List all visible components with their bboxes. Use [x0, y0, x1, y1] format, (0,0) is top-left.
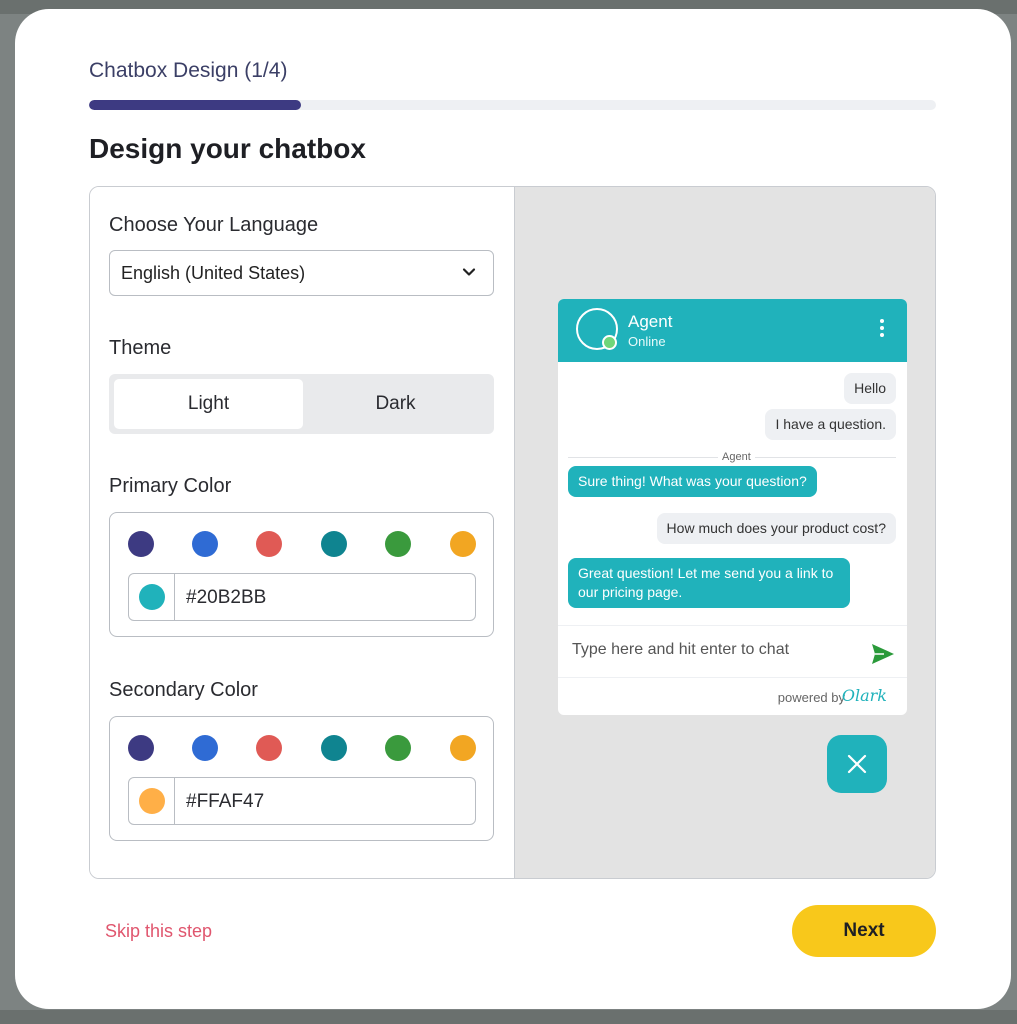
close-chat-button[interactable] [827, 735, 887, 793]
chat-header: Agent Online [558, 299, 907, 362]
progress-bar [89, 100, 936, 110]
page-title: Design your chatbox [89, 133, 366, 164]
agent-divider-label: Agent [718, 451, 755, 463]
primary-swatch[interactable] [385, 531, 411, 557]
backdrop-bottom [0, 1010, 1017, 1024]
step-label: Chatbox Design (1/4) [89, 59, 288, 82]
message-bubble-agent: Sure thing! What was your question? [568, 466, 817, 497]
secondary-swatch[interactable] [385, 735, 411, 761]
message-bubble-user: How much does your product cost? [656, 513, 896, 544]
agent-status: Online [628, 334, 666, 349]
chat-preview: Agent Online Hello I have a question. Ag… [558, 299, 907, 715]
close-icon [847, 754, 867, 774]
chat-input-placeholder: Type here and hit enter to chat [572, 641, 790, 658]
olark-logo[interactable]: Olark [842, 686, 887, 705]
secondary-swatch[interactable] [128, 735, 154, 761]
design-modal: Chatbox Design (1/4) Design your chatbox… [15, 9, 1011, 1009]
kebab-menu-icon[interactable] [879, 319, 885, 341]
primary-current-swatch [138, 584, 165, 610]
agent-name: Agent [628, 312, 673, 331]
language-selected-value: English (United States) [121, 262, 306, 283]
primary-current-swatch-cell [129, 574, 175, 620]
agent-divider: Agent [568, 451, 896, 463]
settings-column: Choose Your Language English (United Sta… [90, 187, 514, 878]
theme-option-light[interactable]: Light [114, 379, 303, 429]
primary-swatch[interactable] [192, 531, 218, 557]
primary-hex-value: #20B2BB [186, 587, 267, 608]
primary-hex-input[interactable]: #20B2BB [128, 573, 476, 621]
theme-option-dark[interactable]: Dark [301, 379, 490, 429]
secondary-swatch[interactable] [192, 735, 218, 761]
chevron-down-icon [462, 268, 476, 276]
preview-column: Agent Online Hello I have a question. Ag… [514, 187, 935, 878]
secondary-swatch[interactable] [450, 735, 476, 761]
chat-input[interactable]: Type here and hit enter to chat [558, 625, 907, 677]
powered-by-text: powered by [777, 690, 845, 705]
next-button[interactable]: Next [792, 905, 936, 957]
language-select[interactable]: English (United States) [109, 250, 494, 296]
secondary-color-picker: #FFAF47 [109, 716, 494, 841]
primary-swatch[interactable] [128, 531, 154, 557]
theme-label: Theme [109, 337, 172, 359]
language-label: Choose Your Language [109, 214, 319, 236]
secondary-current-swatch-cell [129, 778, 175, 824]
design-panel: Choose Your Language English (United Sta… [89, 186, 936, 879]
secondary-swatch[interactable] [321, 735, 347, 761]
skip-step-link[interactable]: Skip this step [105, 921, 212, 942]
progress-fill [89, 100, 301, 110]
secondary-swatch[interactable] [256, 735, 282, 761]
secondary-color-label: Secondary Color [109, 679, 258, 701]
powered-by-footer: powered by Olark [558, 677, 907, 715]
primary-color-picker: #20B2BB [109, 512, 494, 637]
theme-toggle: Light Dark [109, 374, 494, 434]
secondary-hex-input[interactable]: #FFAF47 [128, 777, 476, 825]
primary-color-label: Primary Color [109, 475, 232, 497]
message-bubble-user: I have a question. [765, 409, 896, 440]
secondary-hex-value: #FFAF47 [186, 791, 265, 812]
primary-swatch[interactable] [450, 531, 476, 557]
online-status-dot [602, 335, 617, 350]
secondary-current-swatch [138, 788, 165, 814]
send-icon[interactable] [871, 643, 895, 665]
primary-swatch[interactable] [321, 531, 347, 557]
message-bubble-user: Hello [844, 373, 896, 404]
message-bubble-agent: Great question! Let me send you a link t… [568, 558, 850, 608]
primary-swatch[interactable] [256, 531, 282, 557]
